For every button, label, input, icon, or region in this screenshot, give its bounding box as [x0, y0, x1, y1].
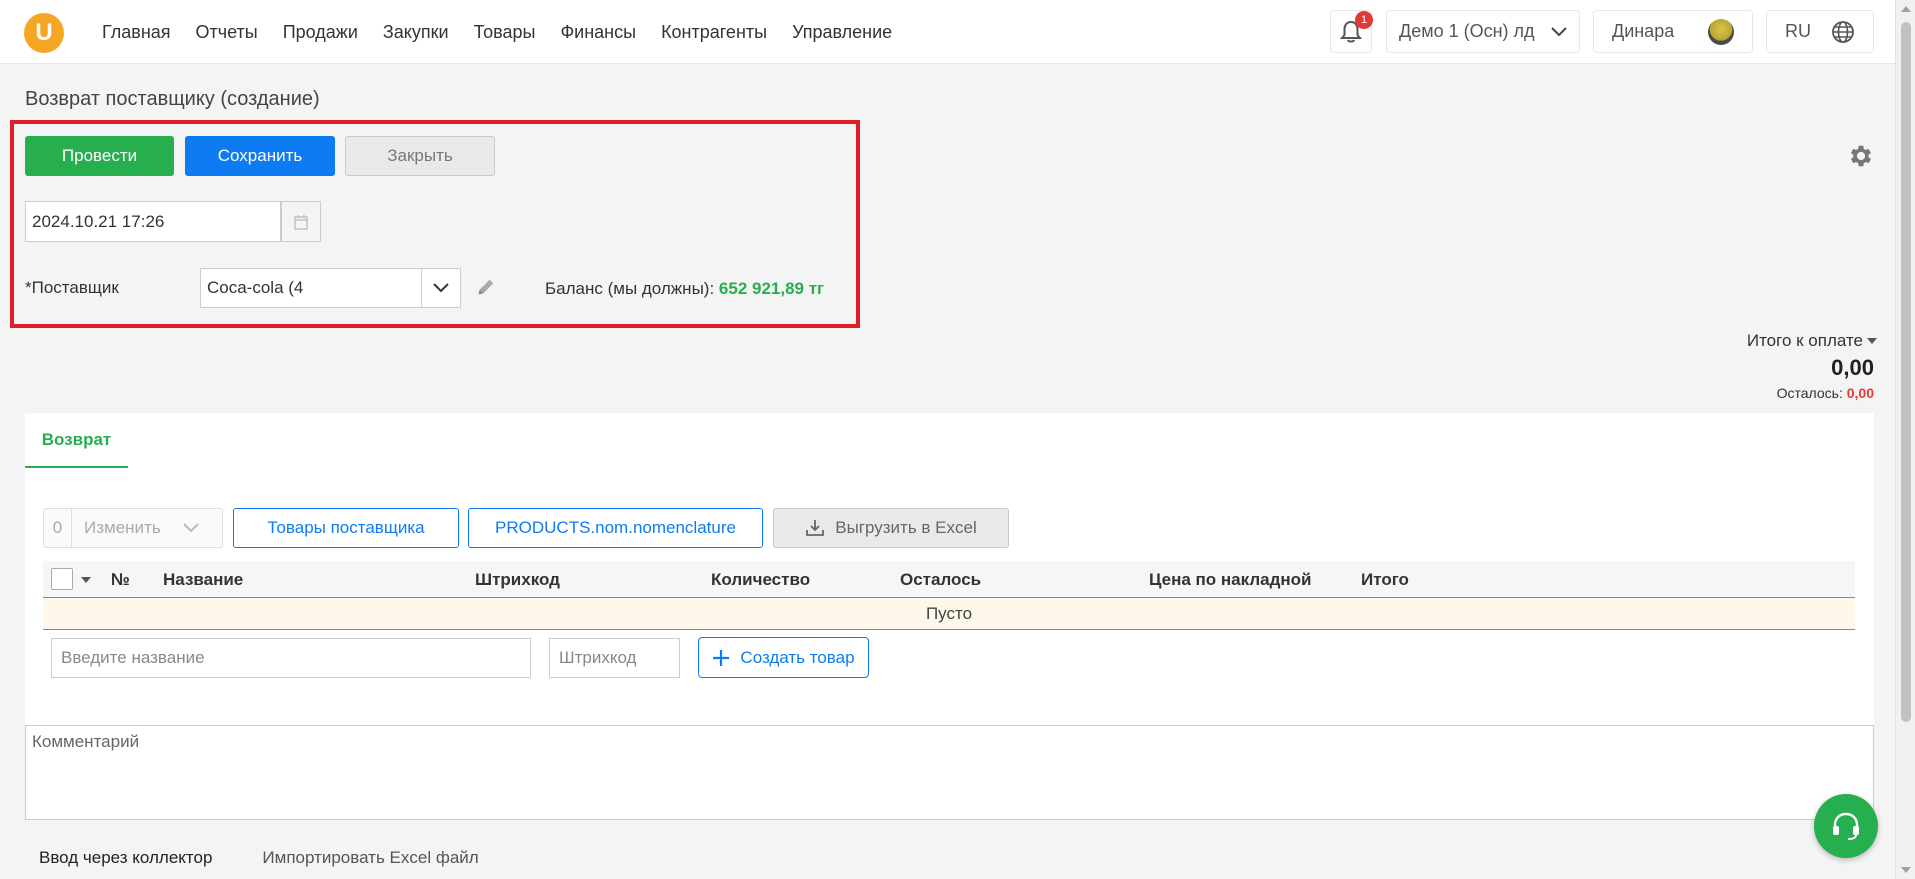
scroll-thumb[interactable]: [1901, 22, 1911, 722]
scroll-down-arrow[interactable]: [1901, 867, 1911, 873]
total-to-pay-toggle[interactable]: Итого к оплате: [1747, 331, 1877, 351]
supplier-select[interactable]: Coca-cola (4: [200, 268, 422, 308]
user-menu[interactable]: Динара: [1593, 10, 1753, 53]
pencil-icon[interactable]: [475, 276, 497, 298]
date-input[interactable]: 2024.10.21 17:26: [25, 201, 281, 242]
selected-count: 0: [44, 509, 72, 547]
col-invoice-price: Цена по накладной: [1149, 570, 1312, 589]
company-label: Демо 1 (Осн) лд: [1399, 21, 1535, 41]
gear-icon[interactable]: [1847, 142, 1875, 170]
comment-field[interactable]: Комментарий: [25, 725, 1874, 820]
scroll-up-arrow[interactable]: [1901, 6, 1911, 12]
nav-item-purchases[interactable]: Закупки: [383, 22, 449, 43]
col-barcode: Штрихкод: [475, 570, 560, 589]
page-scrollbar[interactable]: [1895, 0, 1915, 879]
export-excel-button[interactable]: Выгрузить в Excel: [773, 508, 1009, 548]
calendar-button[interactable]: [281, 201, 321, 242]
tab-return[interactable]: Возврат: [25, 413, 128, 468]
page-title: Возврат поставщику (создание): [25, 88, 320, 110]
nav-item-finance[interactable]: Финансы: [560, 22, 636, 43]
avatar: [1708, 18, 1734, 45]
bulk-change-button[interactable]: 0 Изменить: [43, 508, 223, 548]
total-label: Итого к оплате: [1746, 331, 1863, 350]
nav-item-management[interactable]: Управление: [792, 22, 892, 43]
remaining-amount: Осталось: 0,00: [1777, 385, 1874, 401]
supplier-products-button[interactable]: Товары поставщика: [233, 508, 459, 548]
product-name-input[interactable]: Введите название: [51, 638, 531, 678]
remain-label: Осталось:: [1776, 385, 1847, 401]
input-method-tabs: Ввод через коллектор Импортировать Excel…: [39, 848, 479, 868]
remain-value: 0,00: [1846, 385, 1874, 401]
download-icon: [806, 520, 825, 536]
nav-item-contractors[interactable]: Контрагенты: [661, 22, 767, 43]
col-remaining: Осталось: [900, 570, 982, 589]
balance-label: Баланс (мы должны):: [545, 279, 719, 298]
language-label: RU: [1785, 21, 1811, 41]
create-product-label: Создать товар: [740, 647, 855, 667]
barcode-input[interactable]: Штрихкод: [549, 638, 680, 678]
caret-down-icon: [1867, 338, 1877, 344]
chevron-down-icon: [1551, 26, 1567, 36]
select-menu-caret-icon[interactable]: [81, 577, 91, 583]
headset-icon: [1833, 812, 1859, 840]
globe-icon: [1832, 20, 1854, 43]
create-product-button[interactable]: Создать товар: [698, 637, 869, 678]
select-all-checkbox[interactable]: [51, 568, 73, 590]
tab-import-excel[interactable]: Импортировать Excel файл: [262, 848, 478, 868]
post-button[interactable]: Провести: [25, 136, 174, 176]
notifications-button[interactable]: 1: [1330, 10, 1373, 53]
return-panel: Возврат 0 Изменить Товары поставщика PRO…: [25, 413, 1874, 726]
plus-icon: [713, 649, 730, 666]
supplier-dropdown-button[interactable]: [421, 268, 461, 308]
col-total: Итого: [1361, 570, 1409, 589]
col-name: Название: [163, 570, 244, 589]
nav-item-home[interactable]: Главная: [102, 22, 171, 43]
save-button[interactable]: Сохранить: [185, 136, 335, 176]
products-nomenclature-button[interactable]: PRODUCTS.nom.nomenclature: [468, 508, 763, 548]
nav-item-reports[interactable]: Отчеты: [196, 22, 258, 43]
user-name: Динара: [1612, 21, 1675, 41]
support-chat-button[interactable]: [1814, 794, 1878, 858]
table-empty-row: Пусто: [43, 598, 1855, 630]
company-selector[interactable]: Демо 1 (Осн) лд: [1386, 10, 1580, 53]
nav-item-sales[interactable]: Продажи: [283, 22, 358, 43]
supplier-balance: Баланс (мы должны): 652 921,89 тг: [545, 279, 824, 299]
top-navbar: U Главная Отчеты Продажи Закупки Товары …: [0, 0, 1895, 64]
chevron-down-icon: [182, 523, 199, 533]
col-number: №: [111, 570, 130, 589]
tab-collector-input[interactable]: Ввод через коллектор: [39, 848, 212, 868]
total-value: 0,00: [1831, 355, 1874, 380]
close-button[interactable]: Закрыть: [345, 136, 495, 176]
col-quantity: Количество: [711, 570, 811, 589]
main-nav: Главная Отчеты Продажи Закупки Товары Фи…: [102, 22, 892, 43]
chevron-down-icon: [433, 283, 449, 293]
logo[interactable]: U: [24, 13, 64, 53]
table-header: № Название Штрихкод Количество Осталось …: [43, 561, 1855, 598]
language-selector[interactable]: RU: [1766, 10, 1874, 53]
supplier-label: *Поставщик: [25, 278, 119, 297]
export-excel-label: Выгрузить в Excel: [835, 518, 977, 537]
nav-item-products[interactable]: Товары: [474, 22, 536, 43]
calendar-icon: [294, 214, 308, 230]
change-label: Изменить: [84, 518, 161, 537]
balance-value: 652 921,89 тг: [718, 279, 825, 298]
notifications-badge: 1: [1355, 11, 1373, 29]
